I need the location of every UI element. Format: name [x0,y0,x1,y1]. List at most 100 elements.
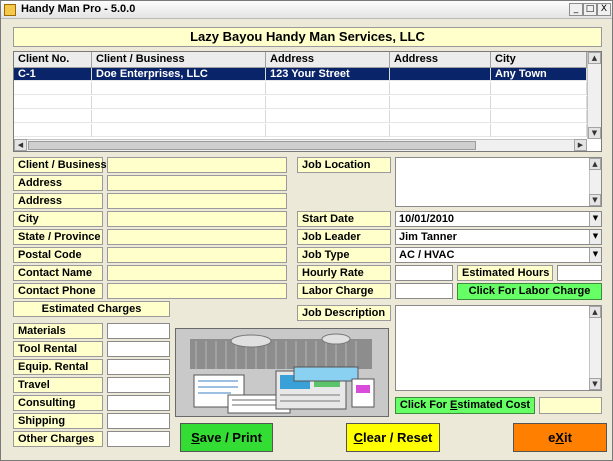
label-postal-code: Postal Code [13,247,103,263]
table-row[interactable] [14,82,587,95]
labor-charge-field[interactable] [395,283,453,299]
exit-hotkey: X [555,430,564,445]
column-header-address-2[interactable]: Address [390,52,491,68]
table-row[interactable] [14,96,587,109]
chevron-down-icon[interactable]: ▼ [589,230,601,244]
empty-cell [92,110,266,123]
label-labor-charge: Labor Charge [297,283,391,299]
city-field[interactable] [107,211,287,227]
start-date-value: 10/01/2010 [399,213,455,225]
scroll-left-arrow-icon[interactable]: ◀ [14,139,27,151]
label-travel: Travel [13,377,103,393]
scroll-thumb[interactable] [28,141,476,150]
cell-city: Any Town [491,68,587,81]
chevron-down-icon[interactable]: ▼ [589,212,601,226]
job-type-value: AC / HVAC [399,249,455,261]
company-name: Lazy Bayou Handy Man Services, LLC [13,27,602,47]
client-business-field[interactable] [107,157,287,173]
label-other-charges: Other Charges [13,431,103,447]
empty-cell [390,96,491,109]
column-header-city[interactable]: City [491,52,587,68]
labor-charge-button[interactable]: Click For Labor Charge [457,283,602,300]
job-type-select[interactable]: AC / HVAC ▼ [395,247,602,263]
label-equip-rental: Equip. Rental [13,359,103,375]
address-field[interactable] [107,175,287,191]
table-row[interactable]: C-1 Doe Enterprises, LLC 123 Your Street… [14,68,587,81]
office-documents-illustration [175,328,389,417]
title-bar: Handy Man Pro - 5.0.0 _ □ X [1,1,612,19]
label-tool-rental: Tool Rental [13,341,103,357]
table-row[interactable] [14,110,587,123]
empty-cell [92,82,266,95]
shipping-field[interactable] [107,413,170,429]
scroll-up-arrow-icon[interactable]: ▲ [588,52,601,64]
estimated-charges-heading: Estimated Charges [13,301,170,317]
materials-field[interactable] [107,323,170,339]
label-address: Address [13,175,103,191]
chevron-down-icon[interactable]: ▼ [589,248,601,262]
job-description-scrollbar[interactable]: ▲ ▼ [589,306,601,390]
job-leader-select[interactable]: Jim Tanner ▼ [395,229,602,245]
label-contact-phone: Contact Phone [13,283,103,299]
save-print-button[interactable]: Save / Print [180,423,273,452]
empty-cell [491,96,587,109]
equip-rental-field[interactable] [107,359,170,375]
column-header-address[interactable]: Address [266,52,390,68]
empty-cell [491,82,587,95]
label-start-date: Start Date [297,211,391,227]
clear-reset-button[interactable]: Clear / Reset [346,423,440,452]
label-job-type: Job Type [297,247,391,263]
tool-rental-field[interactable] [107,341,170,357]
travel-field[interactable] [107,377,170,393]
job-leader-value: Jim Tanner [399,231,457,243]
grid-header: Client No. Client / Business Address Add… [14,52,601,68]
grid-horizontal-scrollbar[interactable]: ◀ ▶ [14,139,587,151]
estimated-cost-button-pre: Click For [399,399,451,411]
scroll-up-arrow-icon[interactable]: ▲ [589,158,601,170]
table-row[interactable] [14,124,587,137]
client-grid[interactable]: Client No. Client / Business Address Add… [13,51,602,152]
label-materials: Materials [13,323,103,339]
cell-client-business: Doe Enterprises, LLC [92,68,266,81]
empty-cell [92,124,266,137]
minimize-button[interactable]: _ [569,3,583,16]
scroll-down-arrow-icon[interactable]: ▼ [589,194,601,206]
contact-name-field[interactable] [107,265,287,281]
estimated-cost-button-post: stimated Cost [457,399,531,411]
scroll-up-arrow-icon[interactable]: ▲ [589,306,601,318]
estimated-cost-button[interactable]: Click For Estimated Cost [395,397,535,414]
exit-button[interactable]: eXit [513,423,607,452]
empty-cell [266,124,390,137]
contact-phone-field[interactable] [107,283,287,299]
scroll-right-arrow-icon[interactable]: ▶ [574,139,587,151]
clear-label: lear / Reset [363,430,433,445]
close-button[interactable]: X [597,3,611,16]
column-header-client-business[interactable]: Client / Business [92,52,266,68]
consulting-field[interactable] [107,395,170,411]
job-location-field[interactable]: ▲ ▼ [395,157,602,207]
empty-cell [14,110,92,123]
empty-cell [491,124,587,137]
start-date-picker[interactable]: 10/01/2010 ▼ [395,211,602,227]
estimated-cost-field[interactable] [539,397,602,414]
column-header-client-no[interactable]: Client No. [14,52,92,68]
app-window: Handy Man Pro - 5.0.0 _ □ X Lazy Bayou H… [0,0,613,461]
scroll-down-arrow-icon[interactable]: ▼ [588,127,601,139]
postal-code-field[interactable] [107,247,287,263]
address-2-field[interactable] [107,193,287,209]
documents-illustration-icon [176,329,388,416]
state-province-field[interactable] [107,229,287,245]
empty-cell [390,82,491,95]
estimated-hours-field[interactable] [557,265,602,281]
other-charges-field[interactable] [107,431,170,447]
grid-vertical-scrollbar[interactable]: ▲ ▼ [587,52,601,139]
job-location-scrollbar[interactable]: ▲ ▼ [589,158,601,206]
empty-cell [266,82,390,95]
job-description-field[interactable]: ▲ ▼ [395,305,602,391]
label-job-leader: Job Leader [297,229,391,245]
label-address-2: Address [13,193,103,209]
app-icon [4,4,16,16]
hourly-rate-field[interactable] [395,265,453,281]
maximize-button[interactable]: □ [583,3,597,16]
scroll-down-arrow-icon[interactable]: ▼ [589,378,601,390]
